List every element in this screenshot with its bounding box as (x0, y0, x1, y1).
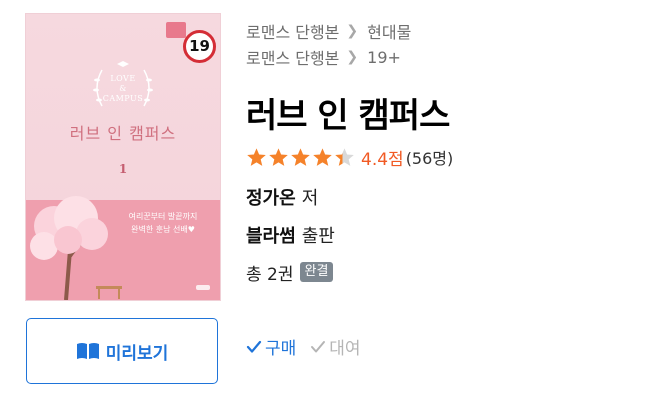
cover-corner-tag (166, 22, 186, 38)
cover-blurb-line1: 여리꾼부터 발끝까지 (128, 212, 198, 221)
cover-emblem-line1: LOVE (110, 74, 136, 83)
age-19-badge: 19 (183, 30, 216, 63)
check-icon (246, 340, 262, 353)
rating-score: 4.4점 (361, 149, 404, 170)
breadcrumb-subcategory[interactable]: 19+ (367, 48, 401, 67)
rent-option[interactable]: 대여 (310, 334, 361, 359)
breadcrumb-subcategory[interactable]: 현대물 (367, 19, 411, 43)
chevron-right-icon: ❯ (346, 23, 359, 39)
rent-option-label: 대여 (329, 339, 361, 359)
cover-blurb: 여리꾼부터 발끝까지 완벽한 훈남 선배♥ (114, 210, 212, 236)
rating: 4.4점 (56명) (246, 144, 648, 170)
breadcrumb: 로맨스 단행본 ❯ 현대물 (246, 18, 648, 44)
book-info: 로맨스 단행본 ❯ 현대물 로맨스 단행본 ❯ 19+ 러브 인 캠퍼스 4.4… (246, 18, 648, 286)
publisher-name[interactable]: 블라썸 (246, 222, 296, 248)
cherry-tree-illustration (30, 196, 122, 300)
star-icon (247, 147, 266, 166)
publisher-row: 블라썸 출판 (246, 220, 648, 250)
cover-emblem-line2: & (119, 84, 127, 93)
check-icon (311, 340, 326, 352)
purchase-options: 구매 대여 (246, 334, 361, 359)
author-name[interactable]: 정가온 (246, 184, 296, 210)
cover-title: 러브 인 캠퍼스 (69, 124, 177, 143)
buy-option-label: 구매 (265, 339, 297, 359)
volume-row: 총 2권 완결 (246, 258, 648, 286)
breadcrumb-category[interactable]: 로맨스 단행본 (246, 19, 339, 43)
chevron-right-icon: ❯ (346, 49, 359, 65)
breadcrumb-category[interactable]: 로맨스 단행본 (246, 45, 339, 69)
cover-volume-mark: 1 (118, 162, 128, 176)
preview-button-label: 미리보기 (105, 343, 169, 364)
author-row: 정가온 저 (246, 182, 648, 212)
volume-count: 총 2권 (246, 264, 294, 285)
rating-stars (246, 147, 355, 168)
publisher-role: 출판 (301, 226, 335, 247)
breadcrumb: 로맨스 단행본 ❯ 19+ (246, 44, 648, 70)
book-cover[interactable]: 19 LOVE & CAMPUS 러브 인 캠퍼스 1 여리꾼부터 발끝까지 완… (26, 14, 220, 300)
cover-blurb-line2: 완벽한 훈남 선배♥ (131, 225, 195, 234)
preview-button[interactable]: 미리보기 (26, 318, 218, 384)
open-book-icon (76, 343, 99, 359)
cover-emblem-line3: CAMPUS (102, 94, 144, 103)
completed-badge: 완결 (299, 262, 334, 282)
star-icon (269, 147, 288, 166)
author-role: 저 (301, 188, 319, 209)
star-icon (335, 147, 354, 166)
cover-publisher-logo (196, 285, 210, 290)
book-title: 러브 인 캠퍼스 (246, 96, 450, 136)
buy-option[interactable]: 구매 (246, 334, 296, 359)
star-icon (291, 147, 310, 166)
rating-count[interactable]: (56명) (406, 145, 454, 169)
star-icon (313, 147, 332, 166)
